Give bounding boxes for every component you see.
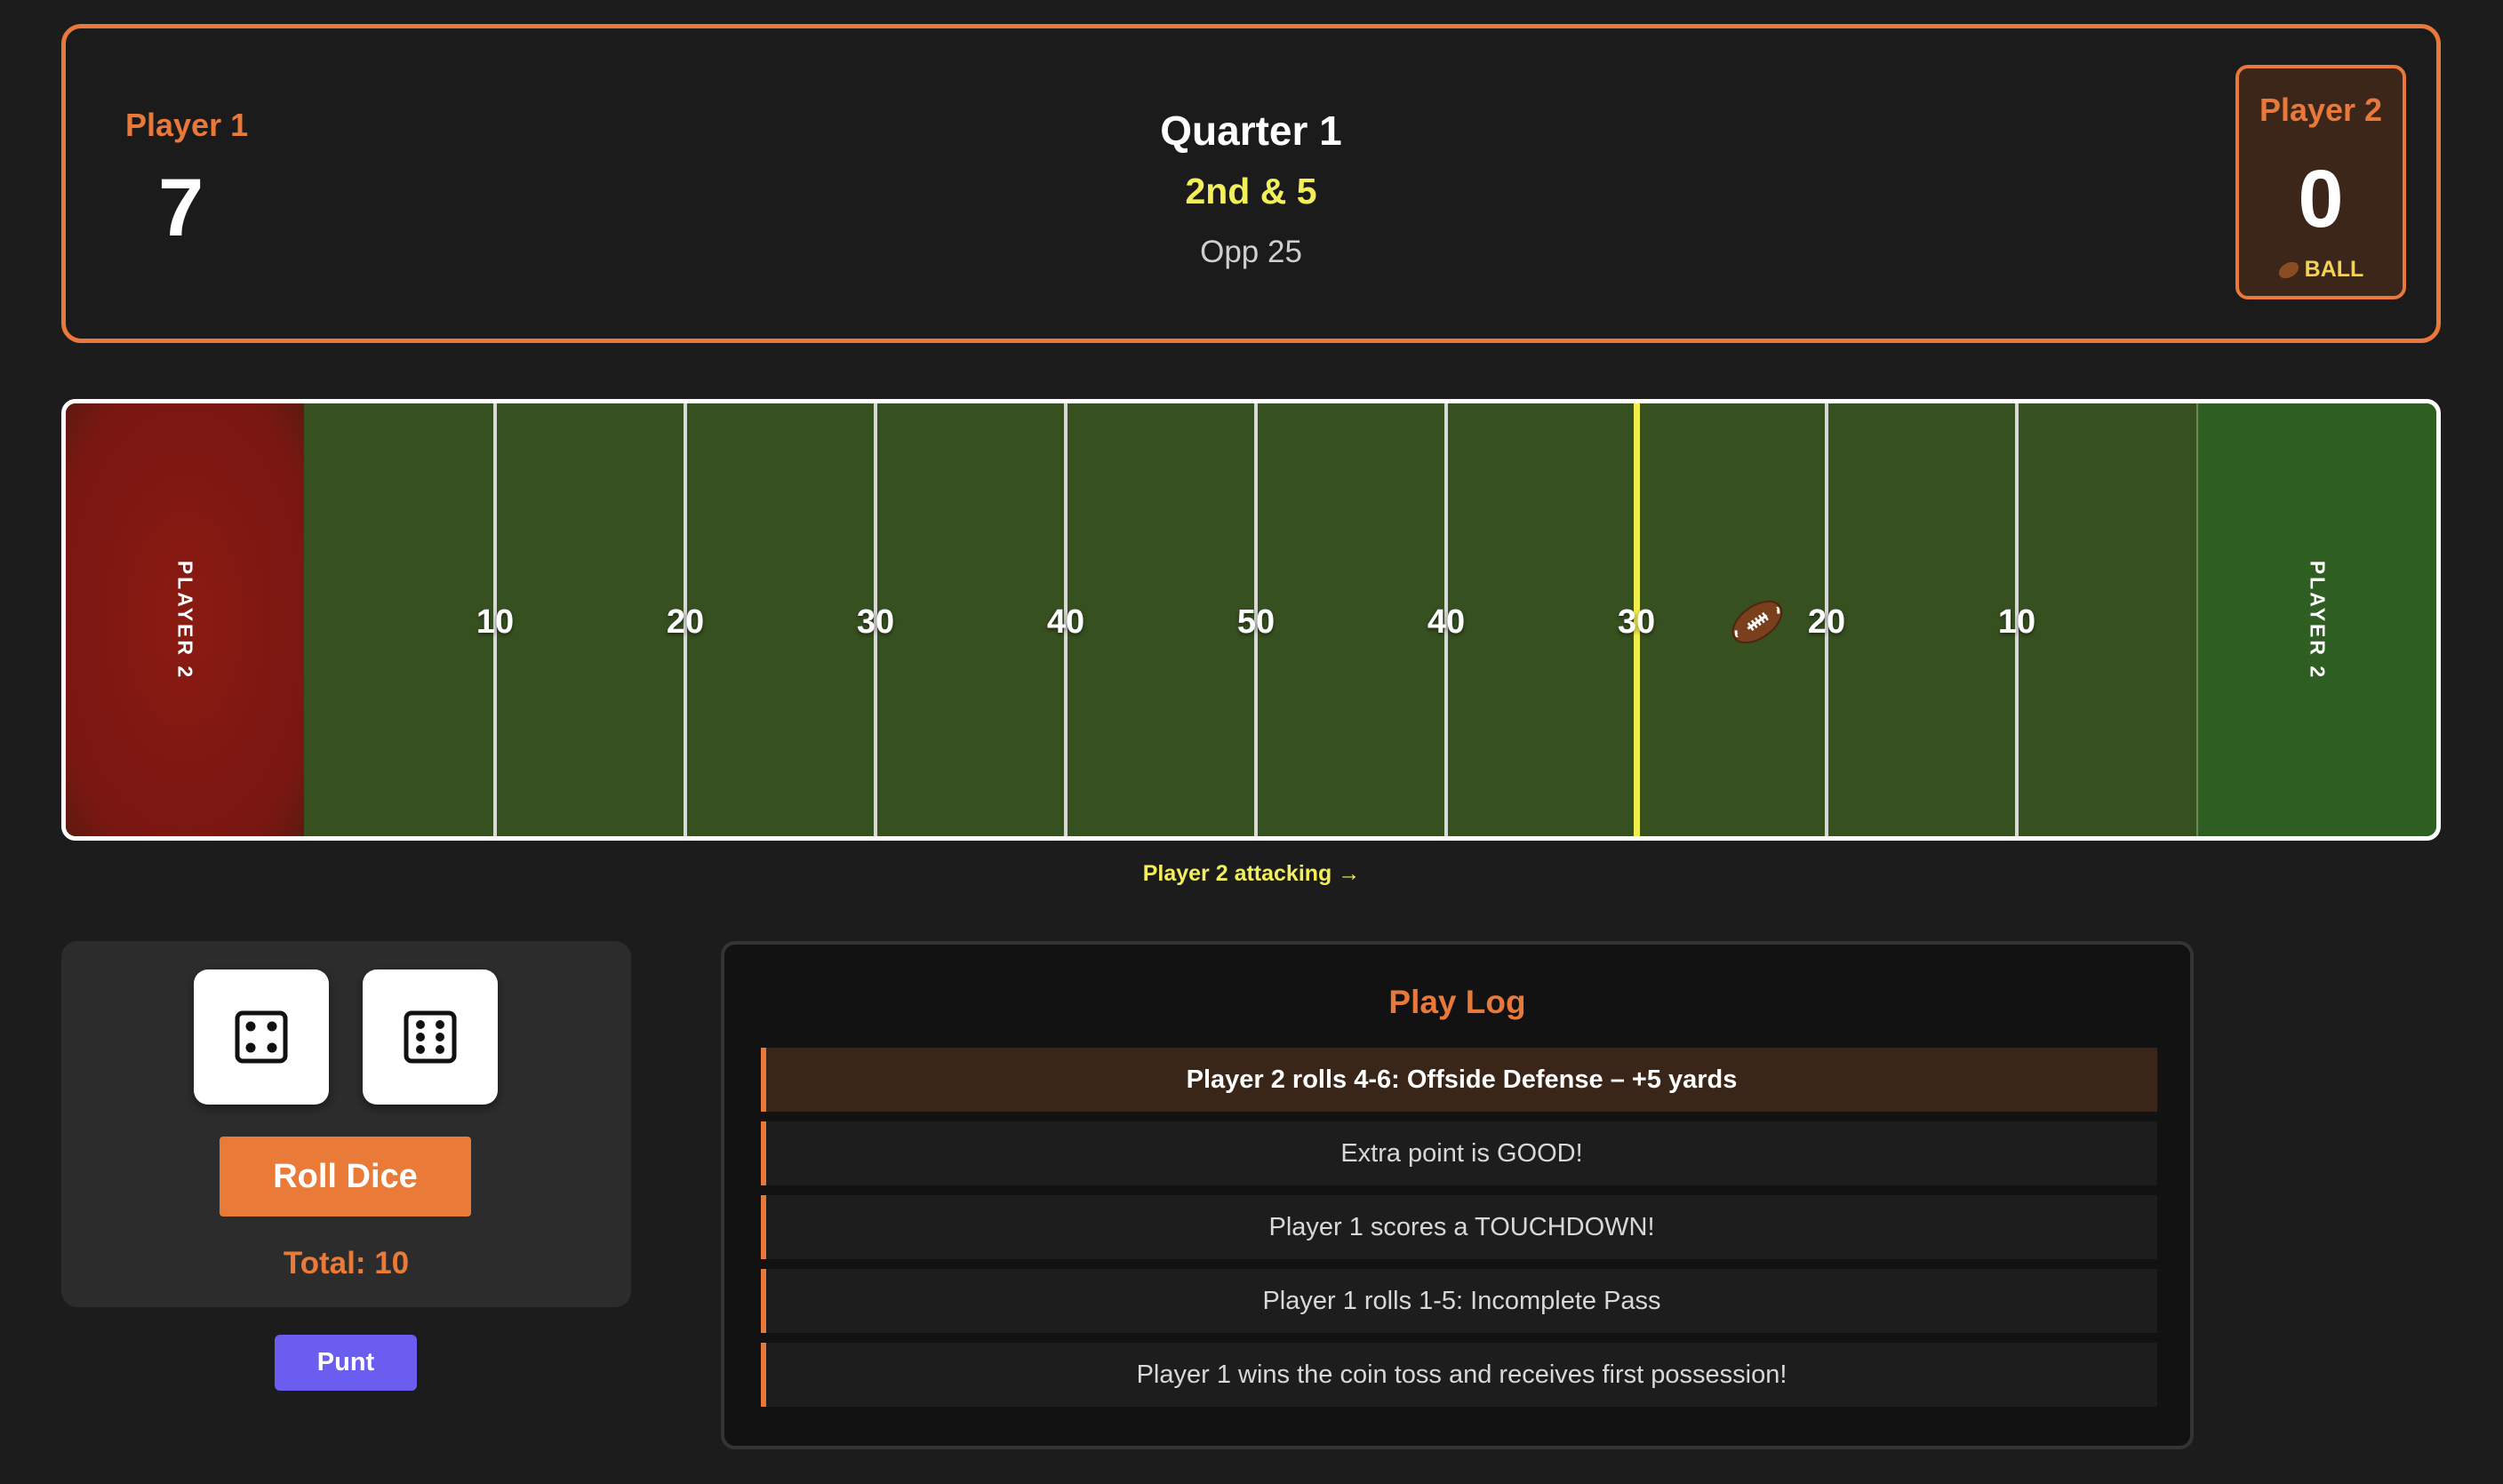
play-log-entry: Player 2 rolls 4-6: Offside Defense – +5… (761, 1048, 2157, 1112)
left-endzone-label: PLAYER 2 (173, 560, 197, 680)
player2-score-card: Player 2 0 BALL (2235, 65, 2406, 299)
right-endzone: PLAYER 2 (2196, 403, 2436, 836)
yard-number: 50 (1236, 603, 1275, 641)
punt-button[interactable]: Punt (275, 1335, 417, 1391)
play-log-entry: Player 1 wins the coin toss and receives… (761, 1343, 2157, 1407)
player2-name: Player 2 (2259, 92, 2383, 128)
yard-number: 30 (1617, 603, 1656, 641)
roll-dice-button[interactable]: Roll Dice (220, 1137, 471, 1217)
yard-number: 10 (476, 603, 515, 641)
play-log-list: Player 2 rolls 4-6: Offside Defense – +5… (761, 1048, 2157, 1416)
football-icon (1731, 600, 1783, 644)
die-face-six-icon (404, 1010, 457, 1064)
yard-number: 30 (856, 603, 895, 641)
attacking-direction: Player 2 attacking → (1142, 861, 1361, 886)
football-field: PLAYER 2 PLAYER 2 10 20 30 40 50 40 30 2… (61, 399, 2441, 841)
die-1 (194, 969, 329, 1105)
play-log-entry: Player 1 rolls 1-5: Incomplete Pass (761, 1269, 2157, 1333)
yard-number: 40 (1046, 603, 1085, 641)
scoreboard: Player 1 7 Quarter 1 2nd & 5 Opp 25 Play… (61, 24, 2441, 343)
down-distance: 2nd & 5 (1185, 171, 1317, 211)
yard-number: 20 (1807, 603, 1846, 641)
dice-panel: Roll Dice Total: 10 (61, 941, 631, 1307)
yard-number: 40 (1427, 603, 1466, 641)
quarter-label: Quarter 1 (1160, 108, 1342, 154)
dice-total: Total: 10 (283, 1246, 410, 1281)
die-2 (363, 969, 498, 1105)
yard-number: 10 (1997, 603, 2036, 641)
play-log-title: Play Log (1388, 984, 1526, 1020)
play-log-entry: Player 1 scores a TOUCHDOWN! (761, 1195, 2157, 1259)
play-log-entry: Extra point is GOOD! (761, 1121, 2157, 1185)
player2-score: 0 (2298, 154, 2344, 244)
ball-spot: Opp 25 (1200, 235, 1302, 269)
play-log-panel: Play Log Player 2 rolls 4-6: Offside Def… (721, 941, 2194, 1449)
die-face-four-icon (235, 1010, 288, 1064)
right-endzone-label: PLAYER 2 (2306, 560, 2330, 680)
football-icon (2275, 259, 2302, 283)
possession-indicator: BALL (2239, 257, 2403, 283)
left-endzone: PLAYER 2 (66, 403, 304, 836)
yard-number: 20 (666, 603, 705, 641)
possession-label: BALL (2304, 257, 2364, 282)
